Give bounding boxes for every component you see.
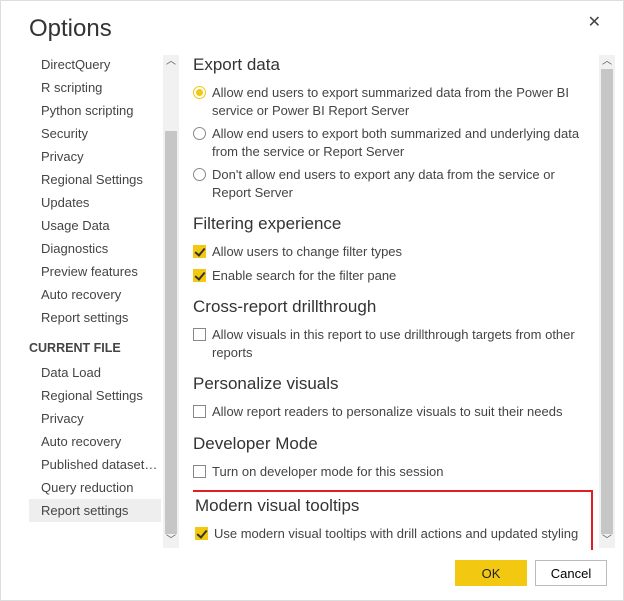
sidebar-item[interactable]: Regional Settings — [29, 384, 161, 407]
section-heading-tooltips: Modern visual tooltips — [195, 496, 583, 516]
radio-option[interactable]: Don't allow end users to export any data… — [193, 163, 593, 204]
option-label: Allow report readers to personalize visu… — [212, 403, 593, 421]
dialog-title: Options — [29, 15, 112, 43]
checkbox-option[interactable]: Enable search for the filter pane — [193, 264, 593, 288]
radio-icon[interactable] — [193, 86, 206, 99]
sidebar-item[interactable]: Query reduction — [29, 476, 161, 499]
checkbox-icon[interactable] — [193, 328, 206, 341]
option-label: Don't allow end users to export any data… — [212, 166, 593, 201]
sidebar-item[interactable]: R scripting — [29, 76, 161, 99]
scrollbar-thumb[interactable] — [601, 69, 613, 534]
sidebar-item[interactable]: Regional Settings — [29, 168, 161, 191]
dialog-footer: OK Cancel — [1, 550, 623, 600]
section-heading-cross-report: Cross-report drillthrough — [193, 297, 593, 317]
sidebar-item[interactable]: Privacy — [29, 145, 161, 168]
dialog-body: DirectQuery R scripting Python scripting… — [1, 49, 623, 550]
options-dialog: Options ✕ DirectQuery R scripting Python… — [0, 0, 624, 601]
sidebar-item[interactable]: Auto recovery — [29, 430, 161, 453]
chevron-up-icon[interactable]: ︿ — [166, 55, 176, 69]
checkbox-option[interactable]: Use modern visual tooltips with drill ac… — [195, 522, 583, 546]
sidebar-item[interactable]: Usage Data — [29, 214, 161, 237]
title-bar: Options ✕ — [1, 1, 623, 49]
sidebar-item[interactable]: Diagnostics — [29, 237, 161, 260]
main-content: Export data Allow end users to export su… — [193, 53, 615, 550]
option-label: Use modern visual tooltips with drill ac… — [214, 525, 583, 543]
sidebar-item[interactable]: Auto recovery — [29, 283, 161, 306]
cancel-button[interactable]: Cancel — [535, 560, 607, 586]
checkbox-option[interactable]: Allow report readers to personalize visu… — [193, 400, 593, 424]
scrollbar-track[interactable] — [599, 69, 615, 534]
option-label: Enable search for the filter pane — [212, 267, 593, 285]
ok-button[interactable]: OK — [455, 560, 527, 586]
sidebar-section-heading: CURRENT FILE — [29, 329, 161, 361]
highlighted-section: Modern visual tooltips Use modern visual… — [193, 490, 593, 550]
chevron-down-icon[interactable]: ﹀ — [602, 534, 612, 548]
option-label: Turn on developer mode for this session — [212, 463, 593, 481]
sidebar-item[interactable]: Python scripting — [29, 99, 161, 122]
radio-icon[interactable] — [193, 127, 206, 140]
sidebar-item[interactable]: Security — [29, 122, 161, 145]
section-heading-export-data: Export data — [193, 55, 593, 75]
chevron-up-icon[interactable]: ︿ — [602, 55, 612, 69]
scrollbar-track[interactable] — [163, 69, 179, 534]
checkbox-option[interactable]: Allow users to change filter types — [193, 240, 593, 264]
checkbox-option[interactable]: Turn on developer mode for this session — [193, 460, 593, 484]
scrollbar-thumb[interactable] — [165, 131, 177, 534]
section-heading-developer: Developer Mode — [193, 434, 593, 454]
sidebar-item[interactable]: Preview features — [29, 260, 161, 283]
sidebar-item[interactable]: Published dataset set... — [29, 453, 161, 476]
section-heading-personalize: Personalize visuals — [193, 374, 593, 394]
radio-option[interactable]: Allow end users to export both summarize… — [193, 122, 593, 163]
section-heading-filtering: Filtering experience — [193, 214, 593, 234]
sidebar-item[interactable]: Updates — [29, 191, 161, 214]
sidebar-item[interactable]: Privacy — [29, 407, 161, 430]
option-label: Allow end users to export summarized dat… — [212, 84, 593, 119]
option-label: Allow visuals in this report to use dril… — [212, 326, 593, 361]
chevron-down-icon[interactable]: ﹀ — [166, 534, 176, 548]
sidebar-item[interactable]: Report settings — [29, 306, 161, 329]
radio-icon[interactable] — [193, 168, 206, 181]
sidebar-scrollbar[interactable]: ︿ ﹀ — [163, 55, 179, 548]
sidebar-item[interactable]: DirectQuery — [29, 53, 161, 76]
main-scrollbar[interactable]: ︿ ﹀ — [599, 55, 615, 548]
radio-option[interactable]: Allow end users to export summarized dat… — [193, 81, 593, 122]
checkbox-icon[interactable] — [193, 245, 206, 258]
checkbox-icon[interactable] — [195, 527, 208, 540]
option-label: Allow users to change filter types — [212, 243, 593, 261]
checkbox-icon[interactable] — [193, 465, 206, 478]
checkbox-icon[interactable] — [193, 269, 206, 282]
sidebar-item-report-settings[interactable]: Report settings — [29, 499, 161, 522]
option-label: Allow end users to export both summarize… — [212, 125, 593, 160]
main-pane: Export data Allow end users to export su… — [179, 53, 615, 550]
sidebar-list: DirectQuery R scripting Python scripting… — [29, 53, 179, 522]
sidebar: DirectQuery R scripting Python scripting… — [29, 53, 179, 550]
sidebar-item[interactable]: Data Load — [29, 361, 161, 384]
checkbox-option[interactable]: Allow visuals in this report to use dril… — [193, 323, 593, 364]
checkbox-icon[interactable] — [193, 405, 206, 418]
close-icon[interactable]: ✕ — [586, 15, 603, 31]
